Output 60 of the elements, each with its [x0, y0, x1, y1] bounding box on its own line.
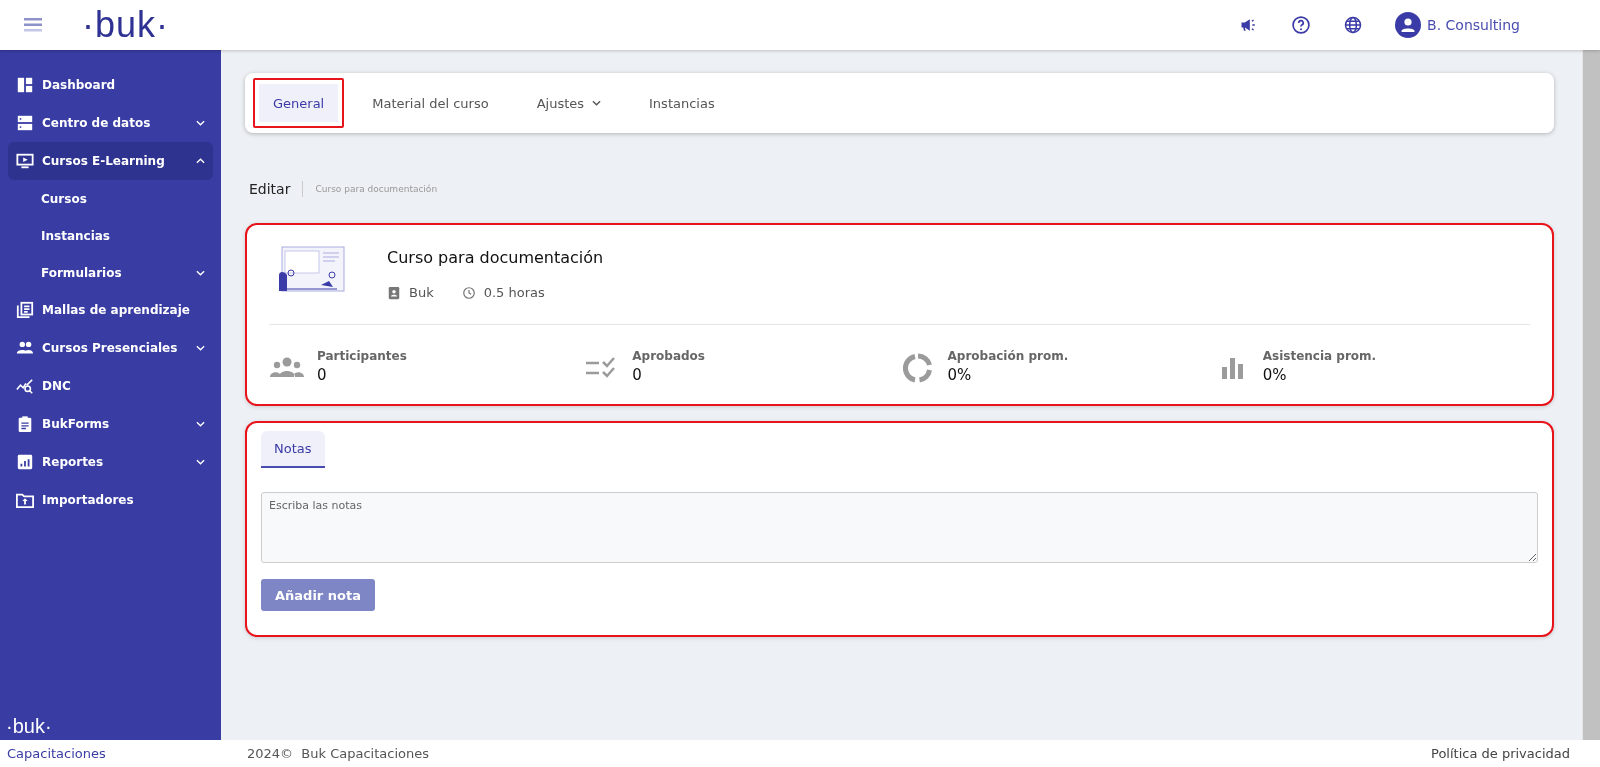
sidebar-item[interactable]: Importadores [8, 481, 213, 519]
stat-value: 0% [947, 366, 973, 384]
clock-icon [461, 285, 476, 300]
app-name-link[interactable]: Capacitaciones [0, 746, 221, 761]
chevron-icon [196, 345, 205, 351]
chevron-icon [196, 421, 205, 427]
tab[interactable]: General [253, 78, 345, 128]
stat-label: Asistencia prom. [1262, 349, 1377, 363]
chevron-icon [196, 459, 205, 465]
stat-value: 0 [317, 366, 328, 384]
chevron-icon [196, 269, 205, 276]
course-owner: Buk [409, 285, 434, 300]
tab[interactable]: Instancias [629, 78, 735, 128]
page-title: Editar [249, 181, 304, 197]
user-avatar-icon [1395, 12, 1422, 38]
stat-value: 0 [632, 366, 643, 384]
book-stack-icon [16, 301, 34, 319]
globe-icon[interactable] [1343, 15, 1364, 35]
tab[interactable]: Ajustes [516, 78, 622, 128]
scrollbar[interactable] [1582, 50, 1600, 740]
help-icon[interactable] [1291, 15, 1312, 35]
copyright-text: 2024© Buk Capacitaciones [247, 746, 429, 761]
sidebar-item[interactable]: Cursos E-Learning [8, 142, 213, 180]
user-menu[interactable]: B. Consulting [1395, 12, 1520, 38]
sidebar-item[interactable]: DNC [8, 367, 213, 405]
folder-upload-icon [16, 491, 34, 509]
sidebar-subitem[interactable]: Formularios [8, 254, 213, 291]
sidebar-item[interactable]: Mallas de aprendizaje [8, 291, 213, 329]
sidebar-item[interactable]: Centro de datos [8, 104, 213, 142]
contact-card-icon [387, 285, 401, 300]
stat-label: Participantes [317, 349, 407, 363]
server-icon [16, 114, 34, 132]
sidebar-item[interactable]: Reportes [8, 443, 213, 481]
logo[interactable]: ·buk· [82, 7, 170, 43]
dashboard-icon [16, 76, 34, 94]
stat-label: Aprobación prom. [947, 349, 1069, 363]
tab[interactable]: Material del curso [352, 78, 509, 128]
sidebar-item[interactable]: Dashboard [8, 66, 213, 104]
privacy-link[interactable]: Política de privacidad [1431, 746, 1570, 761]
bar-chart-icon [16, 453, 34, 471]
sidebar-item[interactable]: BukForms [8, 405, 213, 443]
stat-value: 0% [1262, 366, 1288, 384]
sidebar-subitem[interactable]: Cursos [8, 180, 213, 217]
monitor-play-icon [16, 152, 34, 170]
sidebar-subitem[interactable]: Instancias [8, 217, 213, 254]
sidebar-logo: ·buk· [6, 716, 53, 736]
chevron-icon [196, 158, 205, 164]
course-title: Curso para documentación [387, 248, 604, 267]
chart-search-icon [16, 377, 34, 395]
clipboard-icon [16, 415, 34, 433]
chevron-icon [196, 120, 205, 126]
course-illustration-drawing [277, 245, 347, 295]
menu-icon[interactable] [24, 18, 42, 32]
sidebar-item[interactable]: Cursos Presenciales [8, 329, 213, 367]
tab[interactable]: Notas [261, 431, 325, 468]
notes-field[interactable]: Escriba las notas [261, 492, 1538, 563]
chevron-icon [592, 100, 602, 106]
breadcrumb-text: Curso para documentación [315, 184, 438, 194]
stat-label: Aprobados [632, 349, 705, 363]
course-duration: 0.5 horas [483, 285, 545, 300]
